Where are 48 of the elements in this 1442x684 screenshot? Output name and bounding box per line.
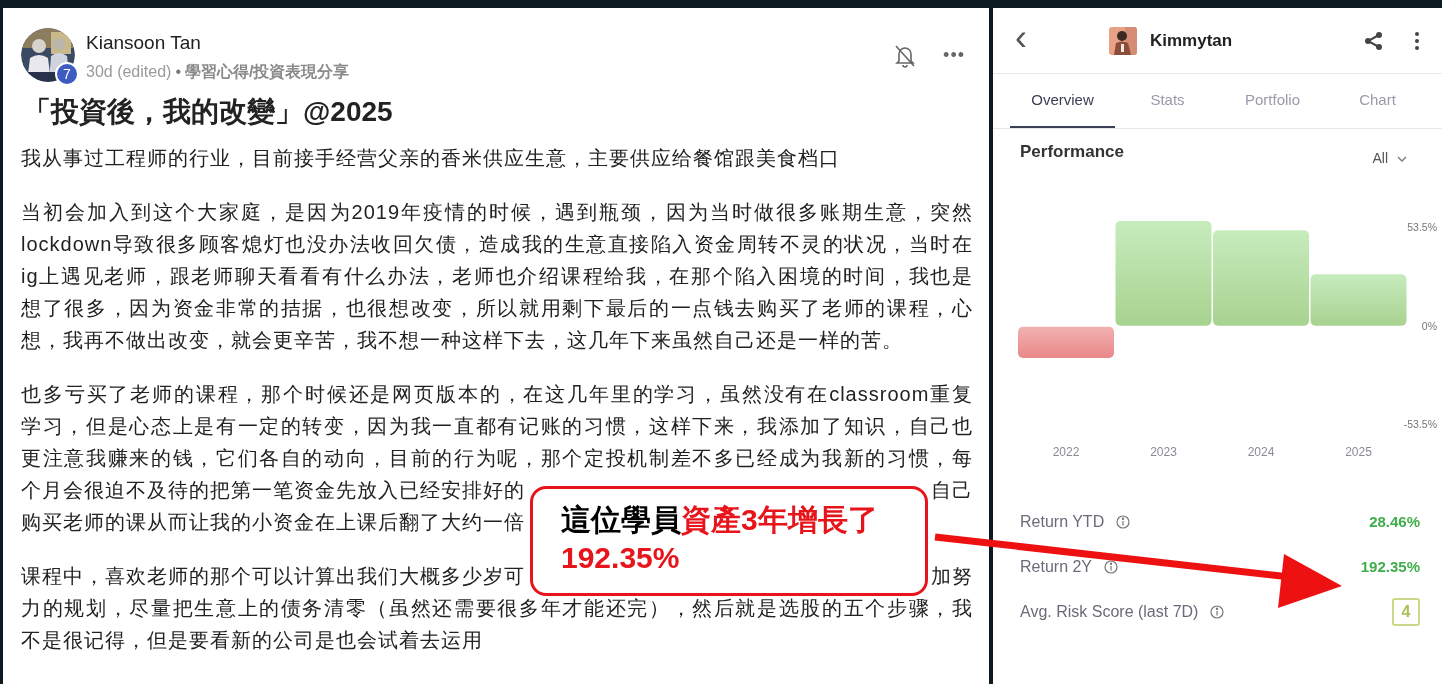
- paragraph-line: 想，我再不做出改变，就会更辛苦，我不想一种这样下去，这几年下来虽然自己还是一样的苦。: [21, 328, 903, 353]
- stat-value: 192.35%: [1360, 556, 1420, 577]
- paragraph-line: 也多亏买了老师的课程，那个时候还是网页版本的，在这几年里的学习，虽然没有在classroom重复: [21, 382, 973, 407]
- axis-label: 2022: [1052, 445, 1080, 459]
- paragraph-line: 加努: [931, 564, 973, 589]
- info-icon[interactable]: [1210, 605, 1225, 619]
- chevron-down-icon: [1397, 155, 1407, 162]
- axis-label: 2023: [1150, 445, 1177, 459]
- callout-text: 這位學員資產3年增長了 192.35%: [561, 502, 879, 576]
- axis-label: 0%: [1421, 319, 1437, 332]
- stat-label: Return YTD: [1020, 512, 1105, 532]
- paragraph-line: 学习，但是心态上是有一定的转变，因为我一直都有记账的习惯，这样下来，我添加了知识，自己也: [21, 414, 973, 439]
- paragraph-line: 课程中，喜欢老师的那个可以计算出我们大概多少岁可: [21, 564, 525, 589]
- profile-name: Kimmytan: [1150, 29, 1233, 52]
- paragraph-line: ig上遇见老师，跟老师聊天看看有什么办法，老师也介绍课程给我，在那个陷入困境的时间，我也是: [21, 264, 973, 289]
- level-badge: 7: [55, 62, 79, 86]
- tab[interactable]: Overview: [1010, 74, 1115, 128]
- paragraph-line: lockdown导致很多顾客熄灯也没办法收回欠债，造成我的生意直接陷入资金周转不灵的状况，当时在: [21, 232, 973, 257]
- category-link[interactable]: 學習心得/投資表現分享: [185, 60, 350, 84]
- more-button[interactable]: •••: [943, 42, 965, 69]
- axis-label: 53.5%: [1407, 221, 1437, 234]
- share-icon[interactable]: [1364, 30, 1384, 51]
- stat-label: Avg. Risk Score (last 7D): [1020, 602, 1199, 622]
- back-button[interactable]: ‹: [1015, 19, 1027, 56]
- stat-value: 28.46%: [1369, 511, 1420, 532]
- paragraph-line: 购买老师的课从而让我的小资金在上课后翻了大约一倍: [21, 510, 525, 535]
- info-icon[interactable]: [1116, 515, 1131, 529]
- axis-label: -53.5%: [1403, 418, 1437, 430]
- info-icon[interactable]: [1104, 560, 1119, 574]
- section-title: Performance: [1020, 141, 1124, 163]
- separator-dot: •: [175, 62, 181, 82]
- axis-label: 2025: [1345, 445, 1372, 459]
- axis-label: 2024: [1247, 445, 1275, 459]
- post-title: 「投資後，我的改變」@2025: [23, 95, 394, 129]
- paragraph-line: 想了很多，因为资金非常的拮据，也很想改变，所以就用剩下最后的一点钱去购买了老师的课程，心: [21, 296, 973, 321]
- paragraph-line: 不是很记得，但是要看新的公司是也会试着去运用: [21, 628, 483, 653]
- risk-score: 4: [1392, 598, 1420, 626]
- paragraph-line: 更注意我赚来的钱，它们各自的动向，目前的行为呢，那个定投机制差不多已经成为我新的习惯，每: [21, 446, 973, 471]
- paragraph-line: 当初会加入到这个大家庭，是因为2019年疫情的时候，遇到瓶颈，因为当时做很多账期生意，突然: [21, 200, 973, 225]
- period-dropdown[interactable]: All: [1372, 148, 1407, 169]
- menu-icon[interactable]: [1414, 30, 1420, 51]
- paragraph-line: 个月会很迫不及待的把第一笔资金先放入已经安排好的: [21, 478, 525, 503]
- author-name[interactable]: Kiansoon Tan: [86, 31, 350, 55]
- paragraph-line: 力的规划，尽量把生意上的债务清零（虽然还需要很多年才能还完），然后就是选股的五个步骤，我: [21, 596, 973, 621]
- post-time: 30d (edited): [86, 62, 172, 82]
- paragraph-line: 自己: [931, 478, 973, 503]
- stat-label: Return 2Y: [1020, 557, 1093, 577]
- paragraph-line: 我从事过工程师的行业，目前接手经营父亲的香米供应生意，主要供应给餐馆跟美食档口: [21, 146, 840, 171]
